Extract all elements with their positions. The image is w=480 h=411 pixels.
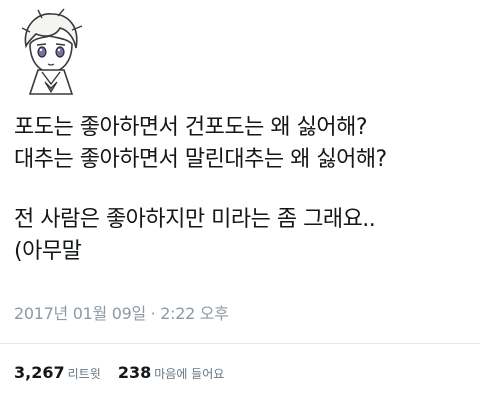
tweet-line: (아무말 (14, 239, 82, 264)
tweet-line: 대추는 좋아하면서 말린대추는 왜 싫어해? (14, 147, 387, 172)
anime-character-avatar-icon (21, 8, 83, 95)
likes-label: 마음에 들어요 (154, 367, 225, 381)
tweet-line: 전 사람은 좋아하지만 미라는 좀 그래요.. (14, 207, 376, 232)
tweet-line: 포도는 좋아하면서 건포도는 왜 싫어해? (14, 115, 368, 140)
retweets-label: 리트윗 (67, 367, 101, 381)
avatar[interactable] (12, 8, 88, 98)
tweet-stats: 3,267 리트윗 238 마음에 들어요 (14, 363, 236, 382)
retweets-stat[interactable]: 3,267 리트윗 (14, 363, 101, 382)
retweets-count: 3,267 (14, 363, 65, 382)
tweet-text: 포도는 좋아하면서 건포도는 왜 싫어해? 대추는 좋아하면서 말린대추는 왜 … (14, 112, 474, 268)
divider (0, 343, 480, 344)
likes-stat[interactable]: 238 마음에 들어요 (118, 363, 224, 382)
tweet-timestamp[interactable]: 2017년 01월 09일 · 2:22 오후 (14, 300, 229, 324)
likes-count: 238 (117, 363, 152, 382)
